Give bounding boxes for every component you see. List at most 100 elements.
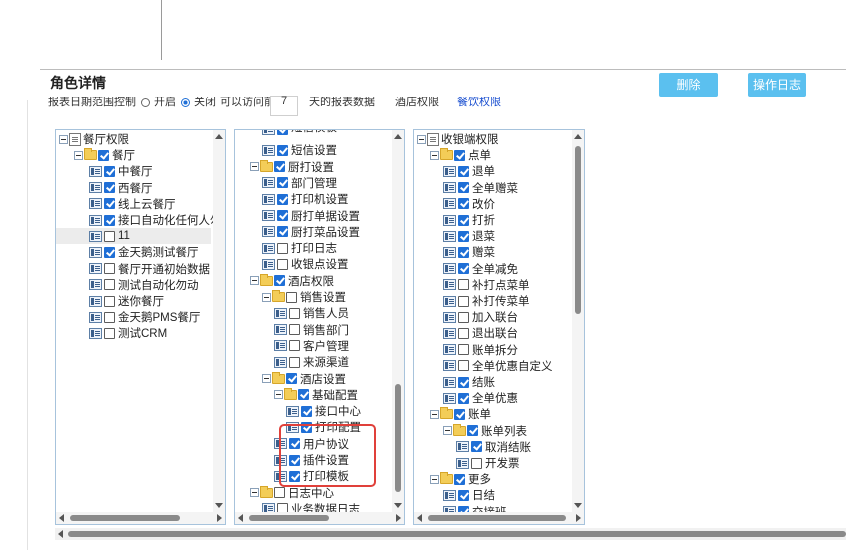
catering-permission-tab[interactable]: 餐饮权限 <box>457 97 501 107</box>
collapse-toggle-icon[interactable] <box>59 134 68 144</box>
scroll-up-icon[interactable] <box>574 134 582 139</box>
tree-node[interactable]: 日结 <box>443 487 495 503</box>
permission-checkbox[interactable] <box>458 214 469 226</box>
scroll-up-icon[interactable] <box>215 134 223 139</box>
collapse-toggle-icon[interactable] <box>417 134 426 144</box>
tree-node[interactable]: 全单减免 <box>443 261 518 277</box>
tree-node[interactable]: 销售部门 <box>274 322 349 338</box>
collapse-toggle-icon[interactable] <box>262 374 271 383</box>
panel1-hscroll-thumb[interactable] <box>70 515 180 521</box>
tree-node[interactable]: 餐厅开通初始数据 <box>89 261 210 277</box>
scroll-left-icon[interactable] <box>58 530 63 538</box>
radio-enable[interactable] <box>141 97 150 107</box>
tree-node[interactable]: 中餐厅 <box>89 163 153 179</box>
tree-node[interactable]: 厨打单据设置 <box>262 208 360 224</box>
permission-checkbox[interactable] <box>467 425 478 437</box>
tree-node[interactable]: 基础配置 <box>274 387 358 403</box>
hotel-permission-tab[interactable]: 酒店权限 <box>395 97 439 107</box>
tree-node[interactable]: 收银端权限 <box>417 131 499 147</box>
permission-checkbox[interactable] <box>458 230 469 242</box>
tree-node[interactable]: 退出联台 <box>443 325 518 341</box>
permission-checkbox[interactable] <box>277 177 288 189</box>
permission-checkbox[interactable] <box>274 161 285 173</box>
tree-node[interactable]: 厨打菜品设置 <box>262 224 360 240</box>
permission-checkbox[interactable] <box>277 144 288 156</box>
operation-log-button[interactable]: 操作日志 <box>748 73 806 97</box>
permission-checkbox[interactable] <box>298 389 309 401</box>
panel3-horizontal-scrollbar[interactable] <box>414 512 584 524</box>
permission-checkbox[interactable] <box>454 473 465 485</box>
page-horizontal-scrollbar[interactable] <box>55 528 846 540</box>
permission-checkbox[interactable] <box>98 149 109 161</box>
permission-checkbox[interactable] <box>471 457 482 469</box>
tree-node[interactable]: 厨打设置 <box>250 159 334 175</box>
tree-node[interactable]: 测试自动化勿动 <box>89 277 199 293</box>
permission-checkbox[interactable] <box>458 392 469 404</box>
tree-node[interactable]: 部门管理 <box>262 175 337 191</box>
tree-node[interactable]: 线上云餐厅 <box>89 196 176 212</box>
panel2-horizontal-scrollbar[interactable] <box>235 512 404 524</box>
scroll-right-icon[interactable] <box>217 514 222 522</box>
permission-checkbox[interactable] <box>454 408 465 420</box>
tree-node[interactable]: 打印日志 <box>262 240 337 256</box>
collapse-toggle-icon[interactable] <box>430 409 439 419</box>
permission-checkbox[interactable] <box>458 198 469 210</box>
permission-checkbox[interactable] <box>289 324 300 336</box>
tree-node[interactable]: 接口自动化任何人勿 <box>89 212 222 228</box>
tree-node[interactable]: 改价 <box>443 196 495 212</box>
tree-node[interactable]: 来源渠道 <box>274 354 349 370</box>
permission-checkbox[interactable] <box>277 258 288 270</box>
tree-node[interactable]: 西餐厅 <box>89 180 153 196</box>
tree-node[interactable]: 打折 <box>443 212 495 228</box>
collapse-toggle-icon[interactable] <box>430 474 439 484</box>
permission-checkbox[interactable] <box>277 193 288 205</box>
permission-checkbox[interactable] <box>471 441 482 453</box>
tree-node[interactable]: 全单优惠 <box>443 390 518 406</box>
panel2-vscroll-thumb[interactable] <box>395 384 401 492</box>
permission-checkbox[interactable] <box>274 275 285 287</box>
permission-checkbox[interactable] <box>289 307 300 319</box>
tree-node[interactable]: 更多 <box>430 471 491 487</box>
permission-checkbox[interactable] <box>458 311 469 323</box>
permission-checkbox[interactable] <box>104 182 115 194</box>
collapse-toggle-icon[interactable] <box>250 162 259 172</box>
permission-checkbox[interactable] <box>104 214 115 226</box>
tree-node[interactable]: 账单拆分 <box>443 342 518 358</box>
panel3-vertical-scrollbar[interactable] <box>572 130 584 512</box>
tree-node[interactable]: 全单优惠自定义 <box>443 358 553 374</box>
page-hscroll-thumb[interactable] <box>68 531 846 537</box>
tree-node[interactable]: 销售设置 <box>262 289 346 305</box>
permission-checkbox[interactable] <box>286 291 297 303</box>
scroll-up-icon[interactable] <box>394 134 402 139</box>
tree-node[interactable]: 退单 <box>443 163 495 179</box>
permission-checkbox[interactable] <box>277 210 288 221</box>
tree-node[interactable]: 餐厅 <box>74 147 135 163</box>
collapse-toggle-icon[interactable] <box>443 426 452 436</box>
permission-checkbox[interactable] <box>104 246 115 258</box>
scroll-down-icon[interactable] <box>574 503 582 508</box>
permission-checkbox[interactable] <box>458 344 469 356</box>
permission-checkbox[interactable] <box>458 182 469 194</box>
permission-checkbox[interactable] <box>458 263 469 275</box>
permission-checkbox[interactable] <box>104 279 115 291</box>
permission-checkbox[interactable] <box>104 165 115 177</box>
tree-node[interactable]: 补打传菜单 <box>443 293 530 309</box>
tree-node[interactable]: 打印机设置 <box>262 191 349 207</box>
tree-node[interactable]: 账单 <box>430 406 491 422</box>
tree-node[interactable]: 酒店权限 <box>250 273 334 289</box>
tree-node[interactable]: 结账 <box>443 374 495 390</box>
scroll-down-icon[interactable] <box>215 503 223 508</box>
tree-node[interactable]: 账单列表 <box>443 423 527 439</box>
tree-node[interactable]: 迷你餐厅 <box>89 293 164 309</box>
permission-checkbox[interactable] <box>454 149 465 161</box>
tree-node[interactable]: 加入联台 <box>443 309 518 325</box>
permission-checkbox[interactable] <box>104 311 115 323</box>
collapse-toggle-icon[interactable] <box>274 390 283 400</box>
tree-node[interactable]: 短信设置 <box>262 142 337 158</box>
permission-checkbox[interactable] <box>277 130 288 135</box>
permission-checkbox[interactable] <box>104 327 115 339</box>
tree-node[interactable]: 点单 <box>430 147 491 163</box>
tree-node[interactable]: 退菜 <box>443 228 495 244</box>
permission-checkbox[interactable] <box>458 246 469 258</box>
panel3-vscroll-thumb[interactable] <box>575 146 581 314</box>
